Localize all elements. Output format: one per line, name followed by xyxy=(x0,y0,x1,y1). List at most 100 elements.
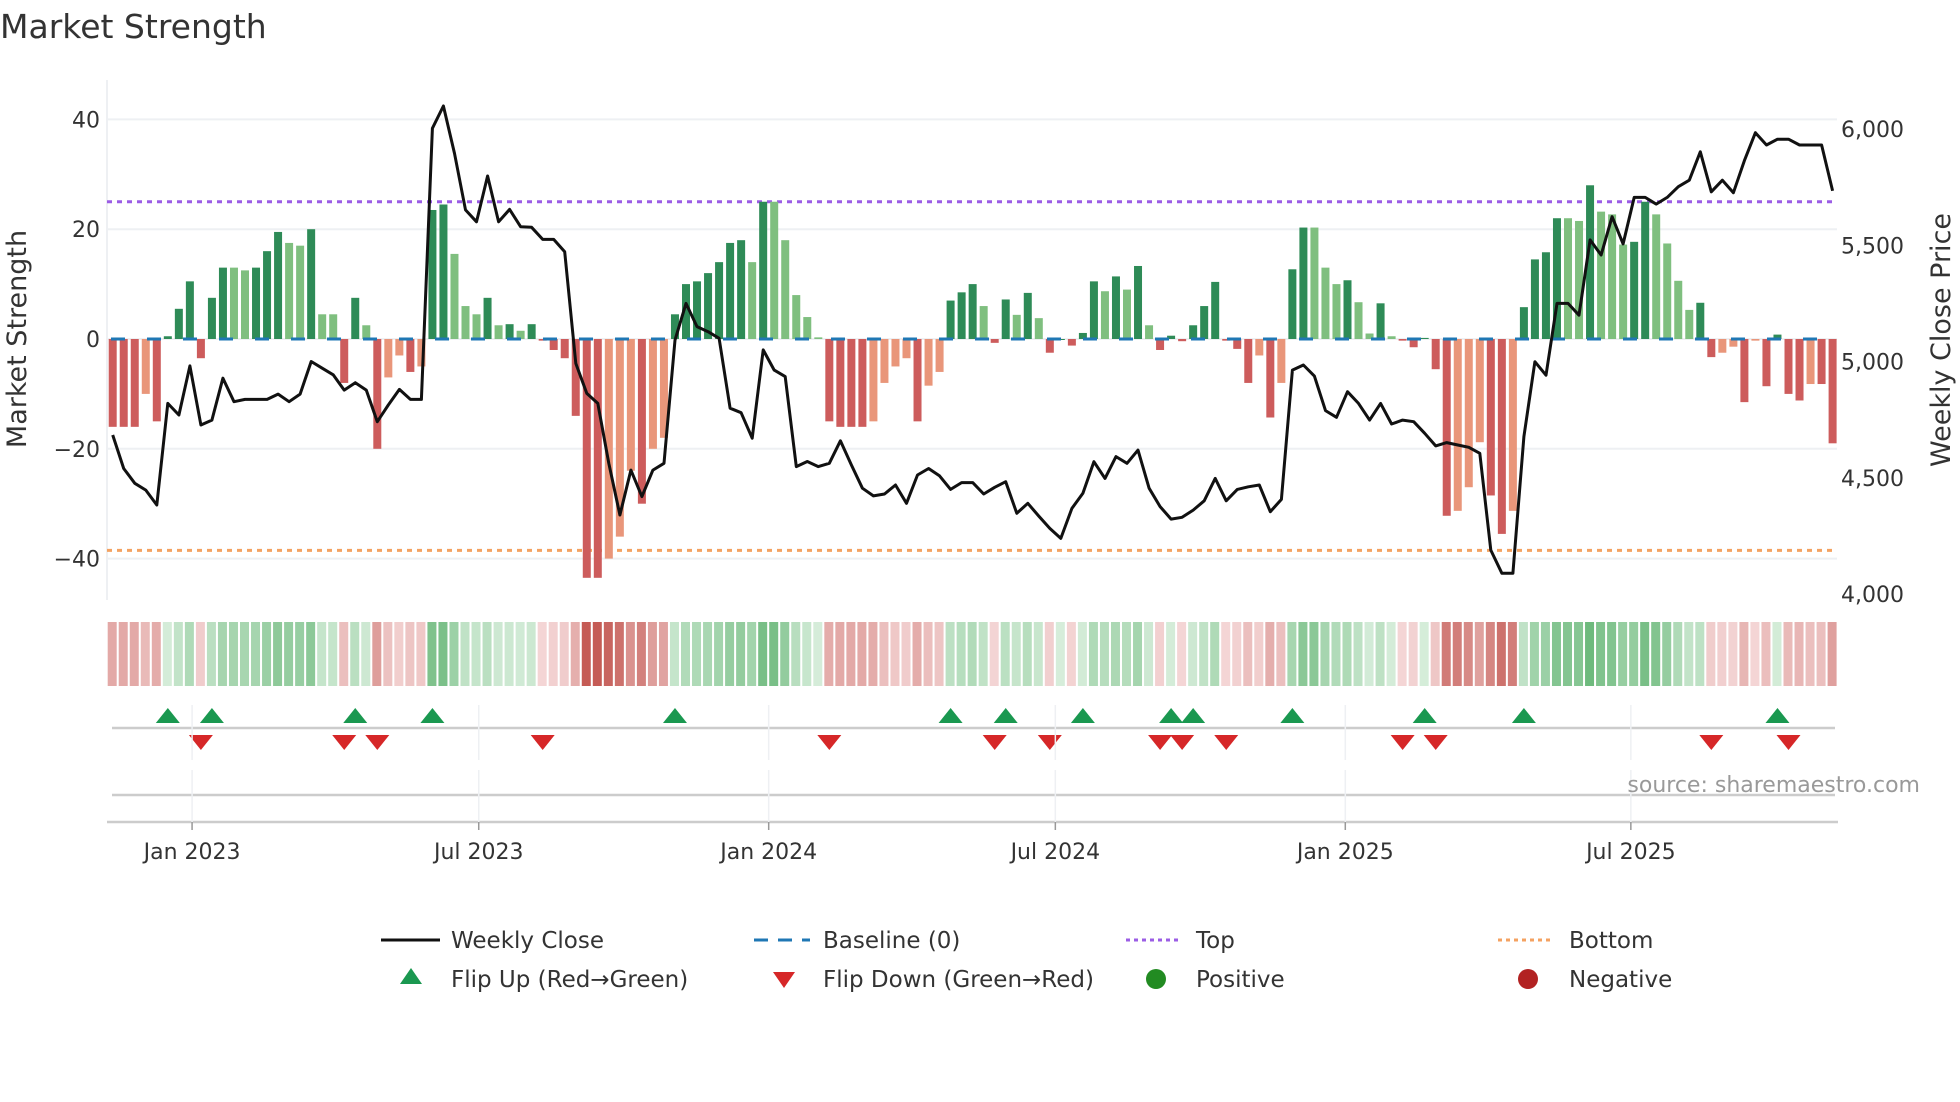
strength-bar xyxy=(1156,339,1165,350)
heat-cell xyxy=(978,622,988,686)
legend-flip-up: Flip Up (Red→Green) xyxy=(451,967,688,993)
heat-cell xyxy=(1144,622,1154,686)
heat-cell xyxy=(1585,622,1595,686)
legend-top: Top xyxy=(1195,928,1235,954)
strength-bar xyxy=(340,339,349,383)
strength-bar xyxy=(737,240,746,339)
heat-cell xyxy=(1463,622,1473,686)
strength-bar xyxy=(1123,289,1131,339)
strength-bar xyxy=(218,267,227,339)
heat-cell xyxy=(107,622,117,686)
strength-bar xyxy=(152,339,161,422)
strength-bar xyxy=(582,339,591,578)
strength-bar xyxy=(1134,265,1143,339)
strength-bar xyxy=(1398,339,1407,341)
heat-cell xyxy=(1210,622,1220,686)
strength-bar xyxy=(362,325,371,339)
heat-cell xyxy=(1618,622,1628,686)
strength-bar xyxy=(318,314,327,339)
heat-cell xyxy=(581,622,591,686)
legend-negative: Negative xyxy=(1569,967,1672,993)
strength-bar xyxy=(1630,241,1639,339)
heat-cell xyxy=(592,622,602,686)
strength-bar xyxy=(1464,339,1473,488)
flip-up-marker xyxy=(1280,708,1305,723)
heat-cell xyxy=(1364,622,1374,686)
strength-bar xyxy=(1541,252,1550,339)
strength-bar xyxy=(1828,339,1837,444)
flip-down-marker xyxy=(1148,735,1173,750)
heat-cell xyxy=(317,622,327,686)
x-tick-label: Jan 2024 xyxy=(718,840,817,865)
strength-bar xyxy=(1376,303,1385,339)
strength-bars xyxy=(108,185,1837,578)
legend-flip-down-icon xyxy=(773,972,795,988)
strength-bar xyxy=(1266,339,1275,418)
strength-bar xyxy=(1685,309,1694,339)
heat-cell xyxy=(901,622,911,686)
strength-bar xyxy=(1100,291,1109,339)
strength-bar xyxy=(1288,269,1297,339)
heat-cell xyxy=(1640,622,1650,686)
heat-cell xyxy=(184,622,194,686)
heat-cell xyxy=(1066,622,1076,686)
heat-cell xyxy=(1177,622,1187,686)
flip-down-marker xyxy=(1037,735,1062,750)
y2-tick-label: 4,000 xyxy=(1841,583,1904,608)
heat-cell xyxy=(1728,622,1738,686)
heat-cell xyxy=(1496,622,1506,686)
strength-bar xyxy=(560,339,569,359)
strength-bar xyxy=(891,339,900,367)
heat-cell xyxy=(1254,622,1264,686)
strength-bar xyxy=(141,339,150,394)
strength-bar xyxy=(1299,227,1308,339)
heat-cell xyxy=(173,622,183,686)
y2-tick-label: 6,000 xyxy=(1841,118,1904,143)
heat-cell xyxy=(1452,622,1462,686)
strength-bar xyxy=(1762,339,1771,387)
heat-cell xyxy=(1353,622,1363,686)
strength-bar xyxy=(395,339,404,356)
heat-cell xyxy=(151,622,161,686)
strength-bar xyxy=(207,297,216,339)
strength-bar xyxy=(637,339,646,504)
heat-cell xyxy=(339,622,349,686)
strength-bar xyxy=(1530,259,1539,339)
heat-cell xyxy=(548,622,558,686)
flip-down-marker xyxy=(1699,735,1724,750)
heat-cell xyxy=(912,622,922,686)
heat-cell xyxy=(1122,622,1131,686)
heat-cell xyxy=(195,622,205,686)
heat-cell xyxy=(162,622,172,686)
strength-bar xyxy=(770,201,779,339)
heat-cell xyxy=(405,622,415,686)
y-tick-label: 40 xyxy=(72,108,100,133)
heat-cell xyxy=(1551,622,1561,686)
strength-heat-strip xyxy=(107,622,1837,686)
flip-down-marker xyxy=(530,735,555,750)
strength-bar xyxy=(1608,214,1617,339)
x-tick-label: Jul 2023 xyxy=(432,840,524,865)
heat-cell xyxy=(890,622,900,686)
heat-cell xyxy=(416,622,426,686)
heat-cell xyxy=(1507,622,1517,686)
x-tick-label: Jan 2023 xyxy=(142,840,241,865)
strength-bar xyxy=(1211,281,1220,339)
strength-bar xyxy=(693,281,702,339)
strength-bar xyxy=(1751,339,1760,341)
right-axis-ticks: 6,000 5,500 5,000 4,500 4,000 xyxy=(1841,118,1904,608)
strength-bar xyxy=(648,339,657,449)
strength-bar xyxy=(130,339,139,427)
legend-baseline: Baseline (0) xyxy=(823,928,960,954)
heat-cell xyxy=(725,622,735,686)
x-tick-label: Jan 2025 xyxy=(1295,840,1394,865)
flip-up-marker xyxy=(199,708,224,723)
strength-bar xyxy=(1431,339,1440,370)
heat-cell xyxy=(1309,622,1319,686)
heat-cell xyxy=(636,622,646,686)
flip-up-marker xyxy=(1765,708,1790,723)
strength-bar xyxy=(1023,292,1032,339)
heat-cell xyxy=(1485,622,1495,686)
heat-cell xyxy=(1221,622,1231,686)
strength-bar xyxy=(1189,325,1198,339)
